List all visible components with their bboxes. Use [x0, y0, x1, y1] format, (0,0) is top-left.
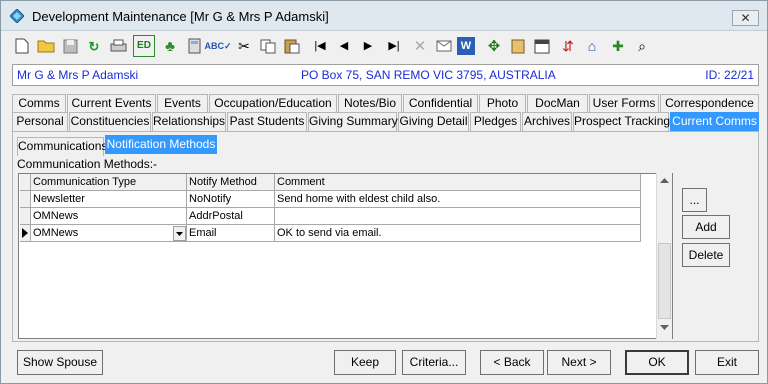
scroll-down-icon[interactable] [660, 325, 669, 331]
dropdown-button[interactable] [173, 226, 186, 241]
tab-confidential[interactable]: Confidential [403, 94, 478, 113]
show-spouse-button[interactable]: Show Spouse [17, 350, 103, 375]
tab-comms[interactable]: Comms [12, 94, 66, 113]
new-icon[interactable] [11, 35, 33, 57]
tab-relationships[interactable]: Relationships [152, 112, 226, 131]
row-indicator[interactable] [20, 208, 31, 225]
cell-communication-type[interactable]: OMNews [31, 225, 187, 242]
last-record-icon[interactable]: ▶| [383, 35, 405, 57]
paste-icon[interactable] [281, 35, 303, 57]
grid-vertical-scrollbar[interactable] [656, 173, 672, 339]
ok-button[interactable]: OK [625, 350, 689, 375]
search-preview-icon[interactable]: ⌕ [631, 35, 653, 57]
tab-user-forms[interactable]: User Forms [589, 94, 659, 113]
record-address: PO Box 75, SAN REMO VIC 3795, AUSTRALIA [301, 68, 556, 82]
tab-pledges[interactable]: Pledges [470, 112, 521, 131]
add-button[interactable]: Add [682, 215, 730, 239]
ellipsis-button[interactable]: ... [682, 188, 707, 212]
refresh-icon[interactable]: ↻ [83, 35, 105, 57]
cell-comment[interactable] [275, 208, 641, 225]
network-icon[interactable]: ✥ [483, 35, 505, 57]
cell-comment[interactable]: Send home with eldest child also. [275, 191, 641, 208]
edit-icon[interactable]: ED [133, 35, 155, 57]
keep-button[interactable]: Keep [334, 350, 396, 375]
move-icon[interactable]: ⇵ [557, 35, 579, 57]
current-row-indicator[interactable] [20, 225, 31, 242]
record-id: ID: 22/21 [705, 68, 754, 82]
column-header-communication-type[interactable]: Communication Type [31, 174, 187, 191]
first-record-icon[interactable]: |◀ [309, 35, 331, 57]
calculator-icon[interactable] [183, 35, 205, 57]
delete-button[interactable]: Delete [682, 243, 730, 267]
column-header-notify-method[interactable]: Notify Method [187, 174, 275, 191]
tag-icon[interactable]: ⌂ [581, 35, 603, 57]
current-row-arrow-icon [22, 228, 28, 238]
tab-prospect-tracking[interactable]: Prospect Tracking [573, 112, 670, 131]
tab-photo[interactable]: Photo [479, 94, 526, 113]
cell-communication-type[interactable]: Newsletter [31, 191, 187, 208]
tab-constituencies[interactable]: Constituencies [69, 112, 151, 131]
next-button[interactable]: Next > [547, 350, 611, 375]
word-icon[interactable]: W [457, 37, 475, 55]
delete-icon[interactable]: ✕ [409, 35, 431, 57]
tab-archives[interactable]: Archives [522, 112, 572, 131]
tab-giving-detail[interactable]: Giving Detail [398, 112, 469, 131]
copy-icon[interactable] [257, 35, 279, 57]
previous-record-icon[interactable]: ◀ [333, 35, 355, 57]
cell-notify-method[interactable]: Email [187, 225, 275, 242]
calendar-icon[interactable] [531, 35, 553, 57]
tab-past-students[interactable]: Past Students [227, 112, 307, 131]
save-icon[interactable] [59, 35, 81, 57]
cell-notify-method[interactable]: NoNotify [187, 191, 275, 208]
spellcheck-icon[interactable]: ABC✓ [204, 35, 231, 57]
close-button[interactable]: ✕ [732, 10, 759, 26]
tab-current-comms[interactable]: Current Comms [670, 112, 759, 131]
tab-notes-bio[interactable]: Notes/Bio [338, 94, 402, 113]
subtab-notification-methods[interactable]: Notification Methods [105, 135, 217, 154]
subtab-communications[interactable]: Communications [17, 137, 107, 156]
chevron-down-icon [176, 232, 183, 236]
print-icon[interactable] [107, 35, 129, 57]
tab-personal[interactable]: Personal [12, 112, 68, 131]
cell-notify-method[interactable]: AddrPostal [187, 208, 275, 225]
communication-methods-grid: Communication Type Notify Method Comment… [18, 173, 673, 339]
email-icon[interactable] [433, 35, 455, 57]
tab-current-events[interactable]: Current Events [67, 94, 156, 113]
communication-methods-label: Communication Methods:- [17, 157, 158, 171]
title-bar: Development Maintenance [Mr G & Mrs P Ad… [1, 1, 767, 31]
tab-correspondence[interactable]: Correspondence [660, 94, 759, 113]
tab-docman[interactable]: DocMan [527, 94, 588, 113]
back-button[interactable]: < Back [480, 350, 544, 375]
column-header-comment[interactable]: Comment [275, 174, 641, 191]
cell-comment[interactable]: OK to send via email. [275, 225, 641, 242]
scroll-up-icon[interactable] [660, 177, 669, 183]
header-row-indicator [20, 174, 31, 191]
row-indicator[interactable] [20, 191, 31, 208]
tab-occupation-education[interactable]: Occupation/Education [209, 94, 337, 113]
window-title: Development Maintenance [Mr G & Mrs P Ad… [32, 9, 329, 24]
scrollbar-thumb[interactable] [658, 243, 671, 319]
next-record-icon[interactable]: ▶ [357, 35, 379, 57]
open-folder-icon[interactable] [35, 35, 57, 57]
criteria-button[interactable]: Criteria... [402, 350, 466, 375]
development-maintenance-window: Development Maintenance [Mr G & Mrs P Ad… [0, 0, 768, 384]
tree-icon[interactable]: ♣ [159, 35, 181, 57]
clipboard-icon[interactable] [507, 35, 529, 57]
tab-events[interactable]: Events [157, 94, 208, 113]
record-name: Mr G & Mrs P Adamski [17, 68, 139, 82]
cell-communication-type[interactable]: OMNews [31, 208, 187, 225]
record-info-bar: Mr G & Mrs P Adamski PO Box 75, SAN REMO… [12, 64, 759, 86]
exit-button[interactable]: Exit [695, 350, 759, 375]
tab-giving-summary[interactable]: Giving Summary [308, 112, 398, 131]
add-note-icon[interactable]: ✚ [607, 35, 629, 57]
toolbar: ↻ ED ♣ ABC✓ ✂ |◀ ◀ ▶ ▶| ✕ W ✥ ⇵ ⌂ ✚ ⌕ [11, 35, 761, 57]
cut-icon[interactable]: ✂ [233, 35, 255, 57]
app-diamond-icon [10, 9, 24, 23]
